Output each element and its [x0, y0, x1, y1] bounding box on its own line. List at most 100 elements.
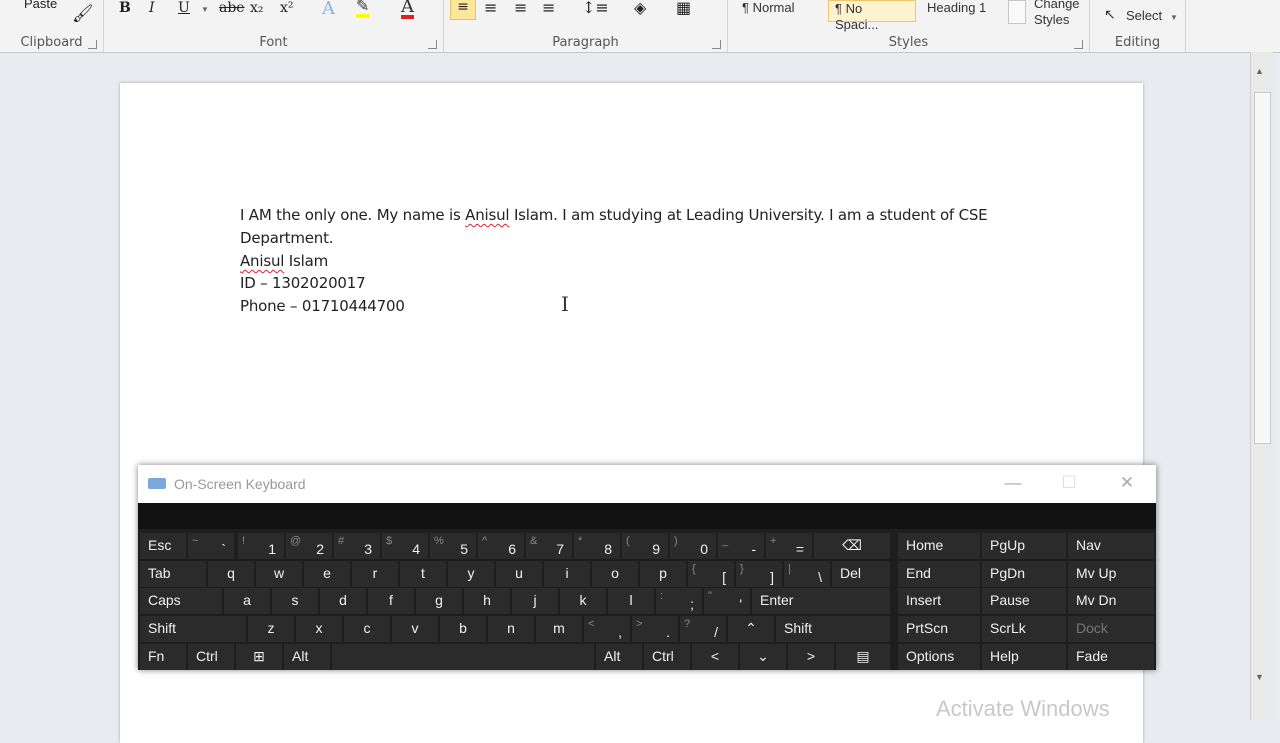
key-w[interactable]: w	[256, 561, 302, 587]
key-bracket-2[interactable]: | \	[784, 561, 830, 587]
key-nav-end[interactable]: End	[898, 561, 980, 587]
close-button[interactable]: ✕	[1112, 473, 1142, 493]
key-7[interactable]: & 7	[526, 533, 572, 559]
text-line-5[interactable]: Phone – 01710444700	[240, 297, 405, 315]
key-nav-prtscn[interactable]: PrtScn	[898, 616, 980, 642]
key-s[interactable]: s	[272, 588, 318, 614]
key-g[interactable]: g	[416, 588, 462, 614]
align-right-icon[interactable]: ≡	[514, 0, 527, 17]
key-f[interactable]: f	[368, 588, 414, 614]
key-nav-pause[interactable]: Pause	[982, 588, 1066, 614]
key-u[interactable]: u	[496, 561, 542, 587]
key-nav-options[interactable]: Options	[898, 644, 980, 670]
key-0[interactable]: ) 0	[670, 533, 716, 559]
align-left-icon[interactable]: ≡	[450, 0, 476, 20]
key--[interactable]: _ -	[718, 533, 764, 559]
change-styles-label-1[interactable]: Change	[1034, 0, 1080, 11]
key-d[interactable]: d	[320, 588, 366, 614]
key-1[interactable]: ! 1	[238, 533, 284, 559]
key-x[interactable]: x	[296, 616, 342, 642]
styles-launcher-icon[interactable]	[1074, 40, 1083, 49]
scroll-down-icon[interactable]: ▼	[1255, 672, 1264, 682]
key-o[interactable]: o	[592, 561, 638, 587]
key-tab[interactable]: Tab	[140, 561, 206, 587]
text-effects-icon[interactable]: A	[322, 0, 335, 19]
key-bracket-0[interactable]: {[	[688, 561, 734, 587]
key-down-arrow[interactable]: ⌄	[740, 644, 786, 670]
key-bracket-1[interactable]: }]	[736, 561, 782, 587]
key-del[interactable]: Del	[832, 561, 890, 587]
misspelled-word[interactable]: Anisul	[465, 206, 509, 224]
key-p[interactable]: p	[640, 561, 686, 587]
key-i[interactable]: i	[544, 561, 590, 587]
key-b[interactable]: b	[440, 616, 486, 642]
key-l[interactable]: l	[608, 588, 654, 614]
key-nav-insert[interactable]: Insert	[898, 588, 980, 614]
scrollbar-thumb[interactable]	[1254, 92, 1271, 444]
key-right-arrow[interactable]: >	[788, 644, 834, 670]
underline-button[interactable]: U	[178, 0, 190, 16]
maximize-button[interactable]: ☐	[1054, 473, 1084, 493]
key-8[interactable]: * 8	[574, 533, 620, 559]
change-styles-label-2[interactable]: Styles	[1034, 12, 1069, 27]
line-spacing-icon[interactable]: ↕≡	[582, 0, 609, 17]
key-a[interactable]: a	[224, 588, 270, 614]
key-punct-b2[interactable]: ? /	[680, 616, 726, 642]
key-nav-mv-up[interactable]: Mv Up	[1068, 561, 1154, 587]
key-fn[interactable]: Fn	[140, 644, 186, 670]
misspelled-word[interactable]: Anisul	[240, 252, 284, 270]
highlight-icon[interactable]: ✎	[356, 0, 370, 18]
key-6[interactable]: ^ 6	[478, 533, 524, 559]
key-h[interactable]: h	[464, 588, 510, 614]
key-enter[interactable]: Enter	[752, 588, 890, 614]
scroll-up-icon[interactable]: ▲	[1255, 66, 1264, 76]
key-ctrl-left[interactable]: Ctrl	[188, 644, 234, 670]
text-line-2[interactable]: Department.	[240, 229, 334, 247]
key-k[interactable]: k	[560, 588, 606, 614]
vertical-scrollbar[interactable]: ▲ ▼	[1250, 52, 1273, 720]
format-painter-icon[interactable]: 🖌	[72, 4, 94, 24]
style-normal[interactable]: ¶ Normal	[736, 0, 824, 22]
key-menu[interactable]: ▤	[836, 644, 890, 670]
borders-icon[interactable]: ▦	[676, 0, 691, 17]
key-nav-help[interactable]: Help	[982, 644, 1066, 670]
key-space[interactable]	[332, 644, 594, 670]
key-windows[interactable]: ⊞	[236, 644, 282, 670]
key-nav-nav[interactable]: Nav	[1068, 533, 1154, 559]
key-up-arrow[interactable]: ⌃	[728, 616, 774, 642]
key-c[interactable]: c	[344, 616, 390, 642]
key-q[interactable]: q	[208, 561, 254, 587]
font-launcher-icon[interactable]	[428, 40, 437, 49]
key-3[interactable]: #3	[334, 533, 380, 559]
superscript-button[interactable]: x²	[280, 0, 294, 16]
key-t[interactable]: t	[400, 561, 446, 587]
key-nav-pgdn[interactable]: PgDn	[982, 561, 1066, 587]
text-line-3[interactable]: Anisul Islam	[240, 252, 328, 270]
key-4[interactable]: $4	[382, 533, 428, 559]
clipboard-launcher-icon[interactable]	[88, 40, 97, 49]
key-nav-fade[interactable]: Fade	[1068, 644, 1154, 670]
key-r[interactable]: r	[352, 561, 398, 587]
key-left-arrow[interactable]: <	[692, 644, 738, 670]
key-`[interactable]: ~ `	[188, 533, 234, 559]
key-alt-left[interactable]: Alt	[284, 644, 330, 670]
shading-icon[interactable]: ◈	[634, 0, 646, 17]
key-caps[interactable]: Caps	[140, 588, 222, 614]
styles-more-icon[interactable]	[1008, 0, 1026, 24]
key-shift-left[interactable]: Shift	[140, 616, 246, 642]
key-esc[interactable]: Esc	[140, 533, 186, 559]
style-heading-1[interactable]: Heading 1	[921, 0, 1005, 22]
bold-button[interactable]: B	[119, 0, 131, 16]
style-no-spacing[interactable]: ¶ No Spaci...	[828, 0, 916, 32]
select-button[interactable]: Select	[1126, 8, 1162, 23]
subscript-button[interactable]: x₂	[250, 0, 264, 16]
key-e[interactable]: e	[304, 561, 350, 587]
key-nav-dock[interactable]: Dock	[1068, 616, 1154, 642]
key-5[interactable]: % 5	[430, 533, 476, 559]
key-y[interactable]: y	[448, 561, 494, 587]
key-ctrl-right[interactable]: Ctrl	[644, 644, 690, 670]
key-alt-right[interactable]: Alt	[596, 644, 642, 670]
key-nav-mv-dn[interactable]: Mv Dn	[1068, 588, 1154, 614]
select-arrow-icon[interactable]: ↖	[1104, 6, 1116, 23]
key-j[interactable]: j	[512, 588, 558, 614]
